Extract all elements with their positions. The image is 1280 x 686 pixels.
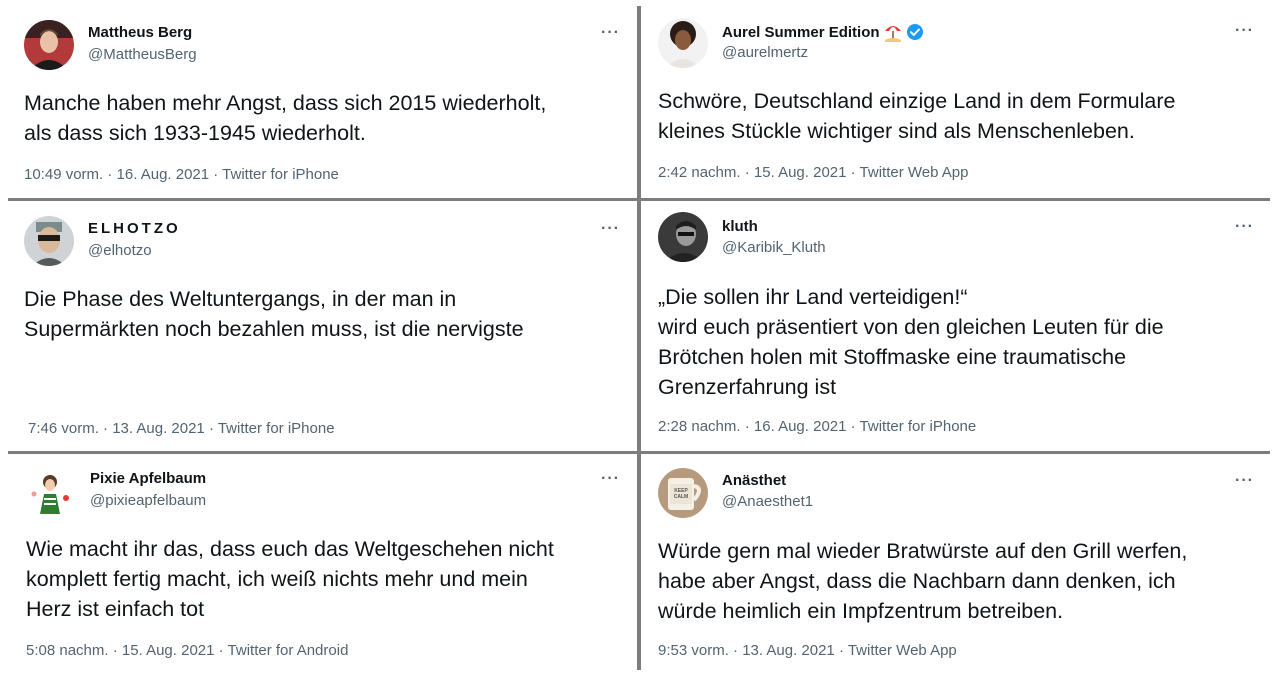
more-options-icon[interactable]: ···	[1235, 473, 1254, 489]
more-options-icon[interactable]: ···	[601, 25, 620, 41]
tweet-metadata[interactable]: 7:46 vorm. · 13. Aug. 2021 · Twitter for…	[28, 420, 335, 437]
verified-badge-icon	[906, 23, 924, 41]
display-name[interactable]: Mattheus Berg	[88, 24, 192, 41]
tweet-card[interactable]: Mattheus Berg @MattheusBerg ··· Manche h…	[8, 8, 636, 196]
more-options-icon[interactable]: ···	[1235, 219, 1254, 235]
tweet-text: Manche haben mehr Angst, dass sich 2015 …	[24, 91, 547, 145]
tweet-card[interactable]: Aurel Summer Edition @aurelmertz ··· Sch…	[642, 8, 1270, 196]
more-options-icon[interactable]: ···	[601, 221, 620, 237]
avatar[interactable]	[658, 212, 708, 262]
avatar[interactable]	[24, 20, 74, 70]
display-name[interactable]: Pixie Apfelbaum	[90, 470, 206, 487]
display-name[interactable]: Anästhet	[722, 472, 786, 489]
tweet-metadata[interactable]: 9:53 vorm. · 13. Aug. 2021 · Twitter Web…	[658, 642, 957, 659]
user-handle[interactable]: @elhotzo	[88, 242, 152, 259]
tweet-metadata[interactable]: 2:28 nachm. · 16. Aug. 2021 · Twitter fo…	[658, 418, 976, 435]
user-handle[interactable]: @aurelmertz	[722, 44, 808, 61]
tweet-text: Schwöre, Deutschland einzige Land in dem…	[658, 89, 1176, 143]
display-name[interactable]: ELHOTZO	[88, 220, 181, 237]
more-options-icon[interactable]: ···	[601, 471, 620, 487]
display-name[interactable]: kluth	[722, 218, 758, 235]
avatar[interactable]	[24, 216, 74, 266]
more-options-icon[interactable]: ···	[1235, 23, 1254, 39]
tweet-metadata[interactable]: 5:08 nachm. · 15. Aug. 2021 · Twitter fo…	[26, 642, 348, 659]
user-handle[interactable]: @Anaesthet1	[722, 493, 813, 510]
tweet-text: Wie macht ihr das, dass euch das Weltges…	[26, 537, 554, 621]
user-handle[interactable]: @pixieapfelbaum	[90, 492, 206, 509]
tweet-card[interactable]: kluth @Karibik_Kluth ··· „Die sollen ihr…	[642, 204, 1270, 448]
tweet-metadata[interactable]: 2:42 nachm. · 15. Aug. 2021 · Twitter We…	[658, 164, 968, 181]
avatar[interactable]	[26, 468, 76, 518]
vertical-divider	[637, 6, 641, 670]
user-handle[interactable]: @Karibik_Kluth	[722, 239, 826, 256]
horizontal-divider	[8, 451, 1270, 454]
avatar[interactable]	[658, 18, 708, 68]
avatar[interactable]: KEEP CALM	[658, 468, 708, 518]
horizontal-divider	[8, 198, 1270, 201]
tweet-text: „Die sollen ihr Land verteidigen!“ wird …	[658, 285, 1164, 399]
tweet-text: Die Phase des Weltuntergangs, in der man…	[24, 287, 524, 341]
user-handle[interactable]: @MattheusBerg	[88, 46, 197, 63]
avatar-mug-text: KEEP CALM	[673, 488, 689, 500]
beach-umbrella-icon	[883, 22, 903, 42]
display-name[interactable]: Aurel Summer Edition	[722, 22, 924, 42]
tweet-text: Würde gern mal wieder Bratwürste auf den…	[658, 539, 1188, 623]
tweet-card[interactable]: Pixie Apfelbaum @pixieapfelbaum ··· Wie …	[8, 458, 636, 678]
tweet-card[interactable]: ELHOTZO @elhotzo ··· Die Phase des Weltu…	[8, 204, 636, 448]
tweet-metadata[interactable]: 10:49 vorm. · 16. Aug. 2021 · Twitter fo…	[24, 166, 339, 183]
tweet-card[interactable]: KEEP CALM Anästhet @Anaesthet1 ··· Würde…	[642, 458, 1270, 678]
